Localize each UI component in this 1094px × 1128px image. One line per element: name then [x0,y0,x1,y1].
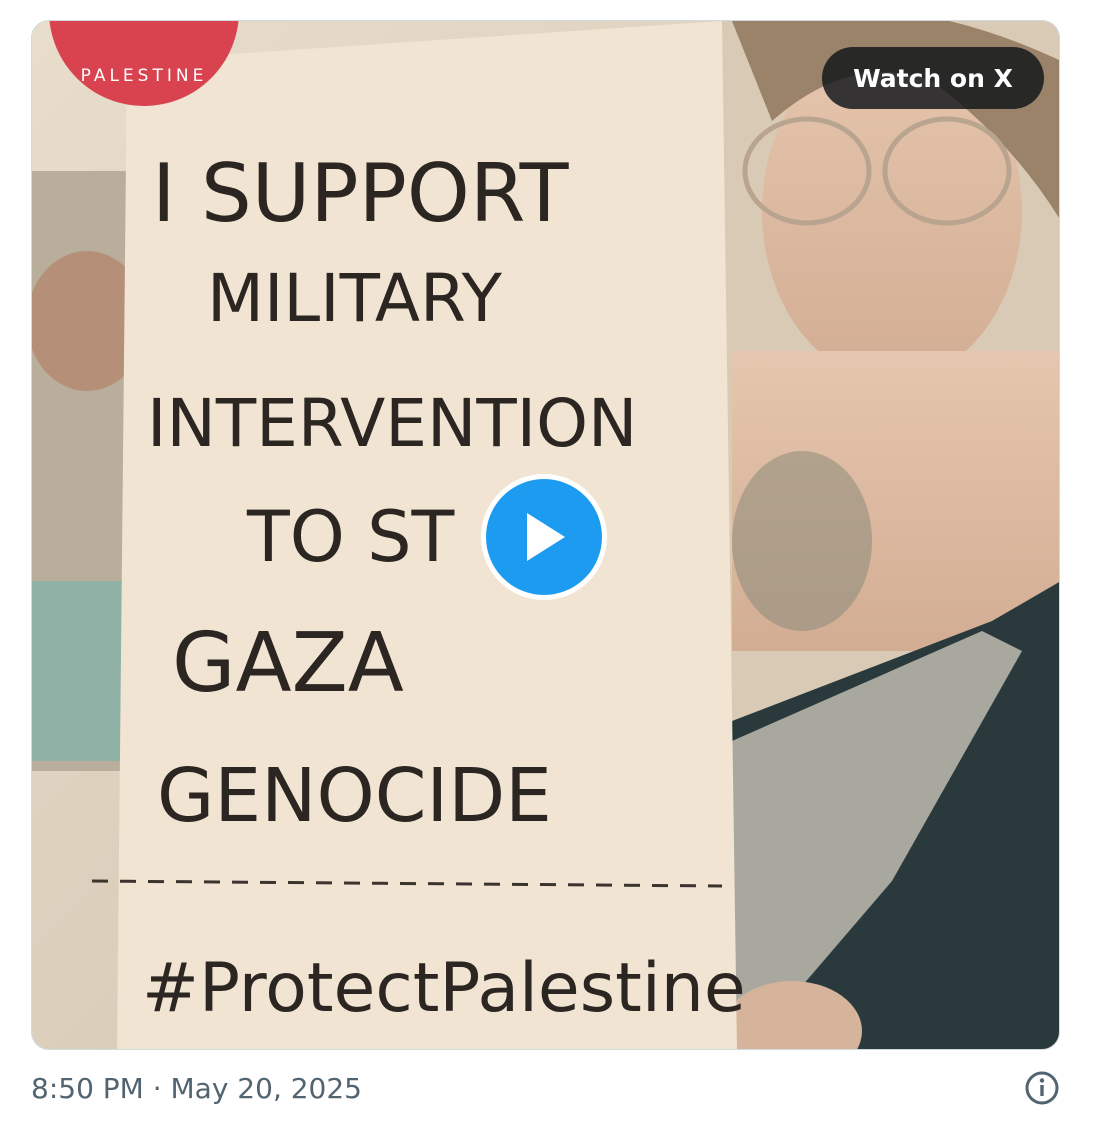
info-icon[interactable] [1024,1070,1060,1106]
sign-line-6: GENOCIDE [157,753,552,839]
sign-hashtag: #ProtectPalestine [142,949,746,1028]
sign-line-5: GAZA [172,616,404,711]
post-timestamp[interactable]: 8:50 PM · May 20, 2025 [31,1072,362,1105]
watch-on-x-button[interactable]: Watch on X [822,47,1044,109]
play-icon [527,513,565,561]
sign-line-3: INTERVENTION [147,385,637,462]
watch-on-x-label: Watch on X [853,63,1013,93]
post-footer: 8:50 PM · May 20, 2025 [31,1066,1060,1112]
play-button[interactable] [481,474,607,600]
sign-line-1: I SUPPORT [152,147,570,240]
sign-line-2: MILITARY [207,260,503,337]
video-media[interactable]: PALESTINE I SUPPORT MILITARY INTERVENTIO… [31,20,1060,1050]
badge-text: PALESTINE [81,66,208,86]
sign-line-4: TO ST [246,496,455,578]
